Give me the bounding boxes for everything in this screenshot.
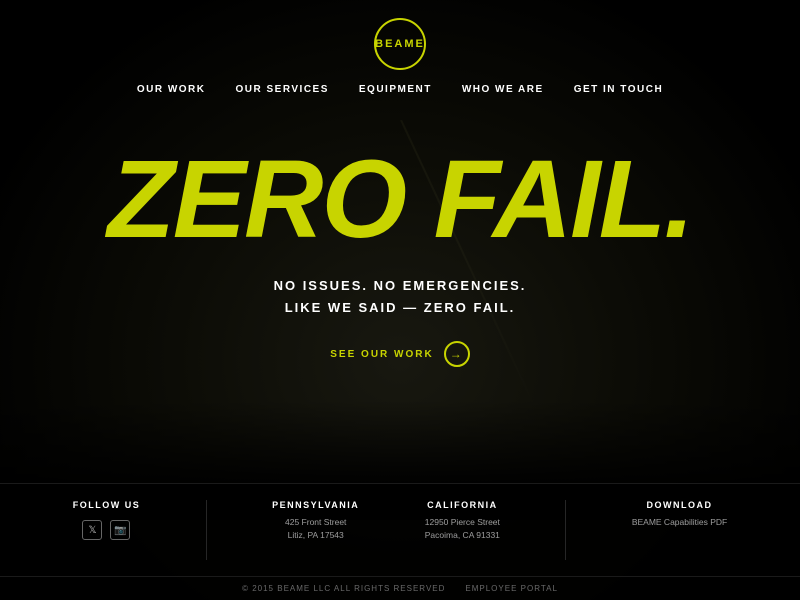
cta-arrow-icon: → [444,341,470,367]
hero-subtitle-line1: NO ISSUES. NO EMERGENCIES. [274,278,527,293]
ca-address-line2: Pacoima, CA 91331 [425,530,500,540]
nav-our-work[interactable]: OUR WORK [137,84,206,95]
cta-label: SEE OUR WORK [330,349,433,360]
employee-portal-link[interactable]: EMPLOYEE PORTAL [465,584,558,593]
ca-address: 12950 Pierce Street Pacoima, CA 91331 [425,516,500,542]
footer-divider-2 [565,500,566,560]
download-pdf-link[interactable]: BEAME Capabilities PDF [632,516,727,529]
nav-get-in-touch[interactable]: GET IN TOUCH [574,84,663,95]
hero-title: ZERO FAIL. [108,145,693,255]
social-icons-container: 𝕏 📷 [82,520,130,540]
footer-bottom: © 2015 BEAME LLC ALL RIGHTS RESERVED EMP… [0,577,800,600]
logo-circle[interactable]: BEAME [374,18,426,70]
nav-equipment[interactable]: EQUIPMENT [359,84,432,95]
footer-follow-us: FOLLOW US 𝕏 📷 [73,500,141,540]
pa-heading: PENNSYLVANIA [272,500,359,510]
pa-address-line2: Litiz, PA 17543 [288,530,344,540]
site-footer: FOLLOW US 𝕏 📷 PENNSYLVANIA 425 Front Str… [0,483,800,600]
ca-heading: CALIFORNIA [427,500,498,510]
twitter-icon[interactable]: 𝕏 [82,520,102,540]
footer-main: FOLLOW US 𝕏 📷 PENNSYLVANIA 425 Front Str… [0,484,800,577]
instagram-icon[interactable]: 📷 [110,520,130,540]
logo-text: BEAME [375,38,425,50]
hero-subtitle-line2: LIKE WE SAID — ZERO FAIL. [285,300,516,315]
download-heading: DOWNLOAD [647,500,713,510]
copyright-text: © 2015 BEAME LLC ALL RIGHTS RESERVED [242,584,445,593]
footer-california: CALIFORNIA 12950 Pierce Street Pacoima, … [425,500,500,542]
main-nav: OUR WORK OUR SERVICES EQUIPMENT WHO WE A… [137,84,663,95]
hero-subtitle: NO ISSUES. NO EMERGENCIES. LIKE WE SAID … [274,275,527,319]
nav-who-we-are[interactable]: WHO WE ARE [462,84,544,95]
pa-address-line1: 425 Front Street [285,517,346,527]
ca-address-line1: 12950 Pierce Street [425,517,500,527]
nav-our-services[interactable]: OUR SERVICES [235,84,328,95]
follow-us-heading: FOLLOW US [73,500,141,510]
footer-divider-1 [206,500,207,560]
pa-address: 425 Front Street Litiz, PA 17543 [285,516,346,542]
hero-section: ZERO FAIL. NO ISSUES. NO EMERGENCIES. LI… [0,145,800,367]
site-header: BEAME OUR WORK OUR SERVICES EQUIPMENT WH… [0,0,800,95]
footer-download: DOWNLOAD BEAME Capabilities PDF [632,500,727,529]
cta-see-our-work[interactable]: SEE OUR WORK → [330,341,469,367]
footer-pennsylvania: PENNSYLVANIA 425 Front Street Litiz, PA … [272,500,359,542]
